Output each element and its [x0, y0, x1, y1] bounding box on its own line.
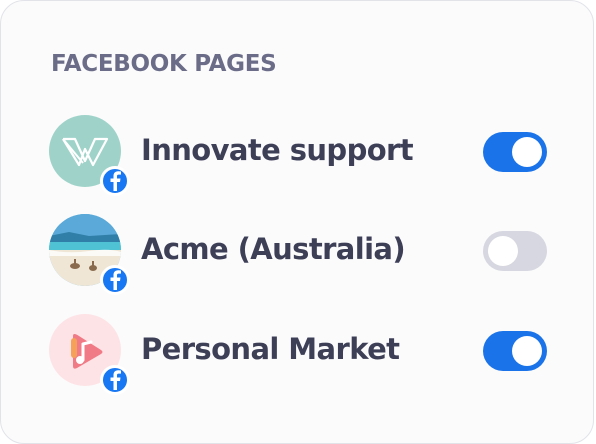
page-row-acme-australia: Acme (Australia) [49, 214, 549, 295]
page-row-personal-market: Personal Market [49, 314, 549, 395]
toggle-knob [488, 236, 518, 266]
facebook-pages-card: FACEBOOK PAGES Innovate support Acme (Au… [0, 0, 594, 444]
facebook-icon [100, 166, 130, 196]
page-toggle-acme-australia[interactable] [483, 231, 547, 271]
page-toggle-innovate-support[interactable] [483, 132, 547, 172]
page-row-innovate-support: Innovate support [49, 115, 549, 196]
page-name: Personal Market [141, 332, 400, 366]
toggle-knob [512, 336, 542, 366]
page-toggle-personal-market[interactable] [483, 331, 547, 371]
toggle-knob [512, 137, 542, 167]
page-name: Innovate support [141, 133, 414, 167]
facebook-icon [100, 265, 130, 295]
section-title: FACEBOOK PAGES [51, 51, 277, 77]
facebook-icon [100, 365, 130, 395]
page-name: Acme (Australia) [141, 232, 406, 266]
